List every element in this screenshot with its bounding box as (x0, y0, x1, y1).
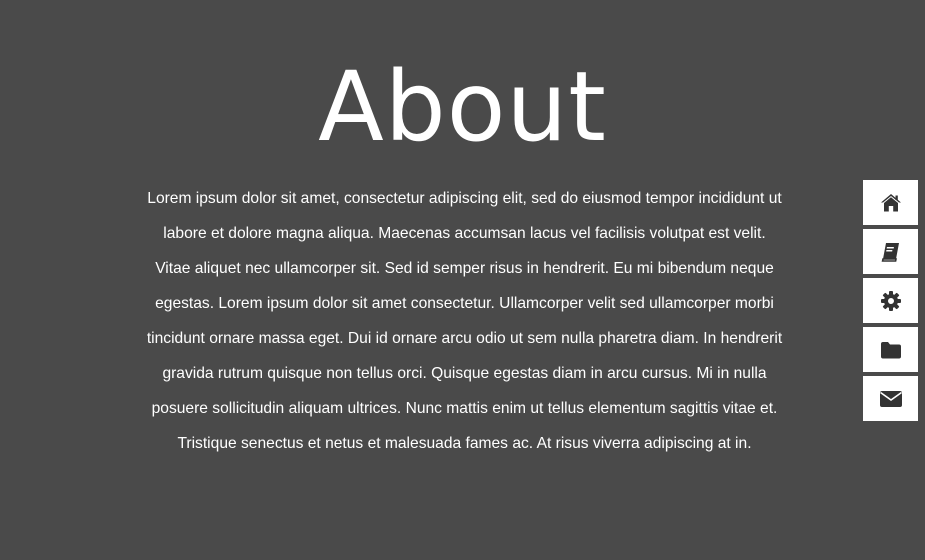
nav-folder-button[interactable] (863, 327, 918, 372)
folder-icon (880, 341, 902, 359)
page-title: About (318, 51, 607, 163)
book-icon (880, 241, 902, 263)
home-icon (880, 193, 902, 213)
nav-contact-button[interactable] (863, 376, 918, 421)
envelope-icon (879, 390, 903, 408)
side-navigation (863, 180, 918, 425)
about-paragraph: Lorem ipsum dolor sit amet, consectetur … (146, 190, 783, 452)
nav-home-button[interactable] (863, 180, 918, 225)
nav-book-button[interactable] (863, 229, 918, 274)
nav-settings-button[interactable] (863, 278, 918, 323)
gear-icon (880, 290, 902, 312)
